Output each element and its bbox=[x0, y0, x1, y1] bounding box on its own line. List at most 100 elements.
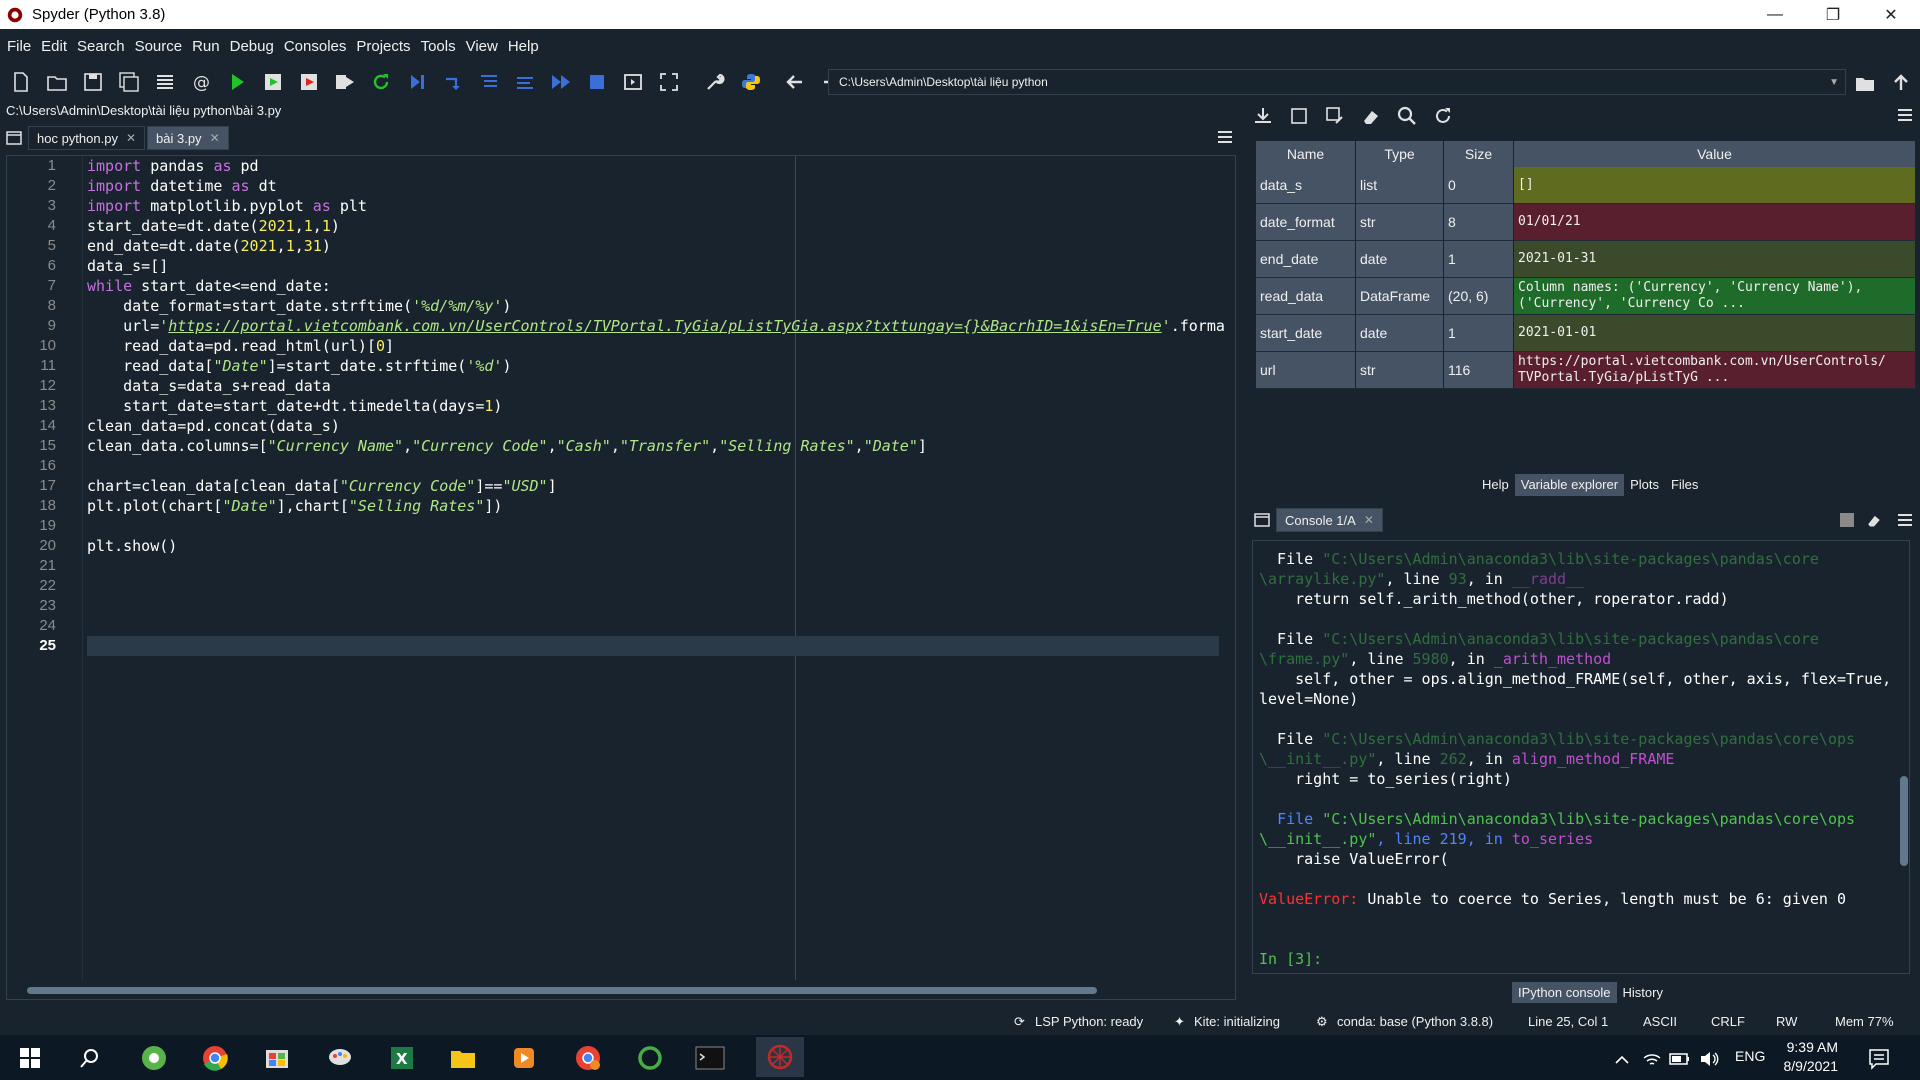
table-row[interactable]: start_date date 1 2021-01-01 bbox=[1256, 315, 1916, 352]
column-header-size[interactable]: Size bbox=[1444, 141, 1514, 167]
minimize-button[interactable]: — bbox=[1746, 0, 1804, 29]
tab-ipython-console[interactable]: IPython console bbox=[1512, 982, 1617, 1003]
code-line[interactable]: data_s=[] bbox=[87, 256, 1227, 276]
close-icon[interactable]: ✕ bbox=[126, 131, 136, 145]
menu-source[interactable]: Source bbox=[135, 38, 183, 55]
save-icon[interactable] bbox=[78, 67, 108, 97]
menu-projects[interactable]: Projects bbox=[356, 38, 410, 55]
code-line[interactable]: import datetime as dt bbox=[87, 176, 1227, 196]
file-explorer-icon[interactable] bbox=[447, 1042, 479, 1074]
tab-console-1a[interactable]: Console 1/A ✕ bbox=[1276, 508, 1383, 532]
run-icon[interactable] bbox=[222, 67, 252, 97]
menu-file[interactable]: File bbox=[7, 38, 31, 55]
code-line[interactable]: while start_date<=end_date: bbox=[87, 276, 1227, 296]
scrollbar-thumb[interactable] bbox=[27, 987, 1097, 994]
table-row[interactable]: url str 116 https://portal.vietcombank.com.… bbox=[1256, 352, 1916, 389]
stop-debug-icon[interactable] bbox=[582, 67, 612, 97]
table-row[interactable]: read_data DataFrame (20, 6) Column names: (… bbox=[1256, 278, 1916, 315]
input-language[interactable]: ENG bbox=[1735, 1048, 1765, 1064]
parent-directory-icon[interactable] bbox=[1886, 68, 1916, 98]
tab-files[interactable]: Files bbox=[1664, 474, 1705, 496]
code-area[interactable]: import pandas as pd import datetime as dt… bbox=[87, 156, 1227, 980]
search-icon[interactable] bbox=[74, 1042, 106, 1074]
tab-history[interactable]: History bbox=[1616, 982, 1669, 1003]
kite-status[interactable]: Kite: initializing bbox=[1194, 1014, 1280, 1029]
step-into-icon[interactable] bbox=[474, 67, 504, 97]
fullscreen-icon[interactable] bbox=[654, 67, 684, 97]
code-line[interactable] bbox=[87, 516, 1227, 536]
code-line[interactable]: data_s=data_s+read_data bbox=[87, 376, 1227, 396]
menu-help[interactable]: Help bbox=[508, 38, 539, 55]
import-data-icon[interactable] bbox=[1248, 101, 1278, 131]
menu-run[interactable]: Run bbox=[192, 38, 220, 55]
save-data-as-icon[interactable] bbox=[1320, 101, 1350, 131]
anaconda-icon[interactable] bbox=[634, 1042, 666, 1074]
close-icon[interactable]: ✕ bbox=[210, 131, 220, 145]
code-line[interactable]: date_format=start_date.strftime('%d/%m/%… bbox=[87, 296, 1227, 316]
continue-icon[interactable] bbox=[546, 67, 576, 97]
menu-search[interactable]: Search bbox=[77, 38, 125, 55]
column-header-name[interactable]: Name bbox=[1256, 141, 1356, 167]
debug-icon[interactable] bbox=[402, 67, 432, 97]
paint-icon[interactable] bbox=[324, 1042, 356, 1074]
at-icon[interactable]: @ bbox=[186, 67, 216, 97]
step-return-icon[interactable] bbox=[510, 67, 540, 97]
console-vertical-scrollbar[interactable] bbox=[1900, 776, 1908, 866]
refresh-icon[interactable] bbox=[1428, 101, 1458, 131]
console-options-menu-icon[interactable] bbox=[1896, 512, 1914, 533]
code-line[interactable]: clean_data=pd.concat(data_s) bbox=[87, 416, 1227, 436]
code-line[interactable]: end_date=dt.date(2021,1,31) bbox=[87, 236, 1227, 256]
code-line[interactable] bbox=[87, 456, 1227, 476]
browse-tabs-icon[interactable] bbox=[0, 126, 28, 150]
menu-debug[interactable]: Debug bbox=[230, 38, 274, 55]
console-prompt[interactable]: In [3]: bbox=[1253, 949, 1909, 969]
code-line[interactable]: url='https://portal.vietcombank.com.vn/U… bbox=[87, 316, 1227, 336]
terminal-icon[interactable] bbox=[694, 1042, 726, 1074]
browse-directory-icon[interactable] bbox=[1850, 68, 1880, 98]
store-icon[interactable] bbox=[261, 1042, 293, 1074]
menu-view[interactable]: View bbox=[466, 38, 498, 55]
chrome-profile-icon[interactable] bbox=[572, 1042, 604, 1074]
eraser-icon[interactable] bbox=[1356, 101, 1386, 131]
table-row[interactable]: end_date date 1 2021-01-31 bbox=[1256, 241, 1916, 278]
run-cell-advance-icon[interactable] bbox=[294, 67, 324, 97]
excel-icon[interactable]: X bbox=[386, 1042, 418, 1074]
run-selection-icon[interactable] bbox=[330, 67, 360, 97]
save-data-icon[interactable] bbox=[1284, 101, 1314, 131]
rerun-icon[interactable] bbox=[366, 67, 396, 97]
windows-start-icon[interactable] bbox=[14, 1042, 46, 1074]
column-header-type[interactable]: Type bbox=[1356, 141, 1444, 167]
maximize-pane-icon[interactable] bbox=[618, 67, 648, 97]
code-line[interactable]: read_data["Date"]=start_date.strftime('%… bbox=[87, 356, 1227, 376]
save-all-icon[interactable] bbox=[114, 67, 144, 97]
battery-icon[interactable] bbox=[1664, 1043, 1696, 1075]
media-player-icon[interactable] bbox=[508, 1042, 540, 1074]
horizontal-scrollbar[interactable] bbox=[17, 985, 1227, 995]
tab-help[interactable]: Help bbox=[1476, 474, 1515, 496]
back-arrow-icon[interactable] bbox=[780, 67, 810, 97]
maximize-button[interactable]: ❐ bbox=[1804, 0, 1862, 29]
coccoc-browser-icon[interactable] bbox=[138, 1042, 170, 1074]
close-button[interactable]: ✕ bbox=[1862, 0, 1920, 29]
code-line[interactable]: clean_data.columns=["Currency Name","Cur… bbox=[87, 436, 1227, 456]
code-line[interactable]: plt.plot(chart["Date"],chart["Selling Ra… bbox=[87, 496, 1227, 516]
code-line[interactable]: import pandas as pd bbox=[87, 156, 1227, 176]
code-line[interactable] bbox=[87, 556, 1227, 576]
editor-options-menu-icon[interactable] bbox=[1216, 129, 1234, 150]
list-icon[interactable] bbox=[150, 67, 180, 97]
table-row[interactable]: date_format str 8 01/01/21 bbox=[1256, 204, 1916, 241]
chrome-icon[interactable] bbox=[199, 1042, 231, 1074]
table-row[interactable]: data_s list 0[] bbox=[1256, 167, 1916, 204]
lsp-status[interactable]: LSP Python: ready bbox=[1035, 1014, 1143, 1029]
tab-bai-3[interactable]: bài 3.py ✕ bbox=[147, 126, 229, 150]
code-line[interactable] bbox=[87, 636, 1219, 656]
code-line[interactable]: plt.show() bbox=[87, 536, 1227, 556]
stop-kernel-icon[interactable] bbox=[1840, 513, 1854, 527]
ipython-console[interactable]: File "C:\Users\Admin\anaconda3\lib\site-… bbox=[1252, 540, 1910, 974]
show-hidden-icons-chevron-icon[interactable] bbox=[1606, 1043, 1638, 1075]
code-line[interactable]: start_date=dt.date(2021,1,1) bbox=[87, 216, 1227, 236]
search-icon[interactable] bbox=[1392, 101, 1422, 131]
variable-explorer-options-icon[interactable] bbox=[1896, 107, 1914, 128]
tab-variable-explorer[interactable]: Variable explorer bbox=[1514, 474, 1625, 496]
code-line[interactable] bbox=[87, 576, 1227, 596]
